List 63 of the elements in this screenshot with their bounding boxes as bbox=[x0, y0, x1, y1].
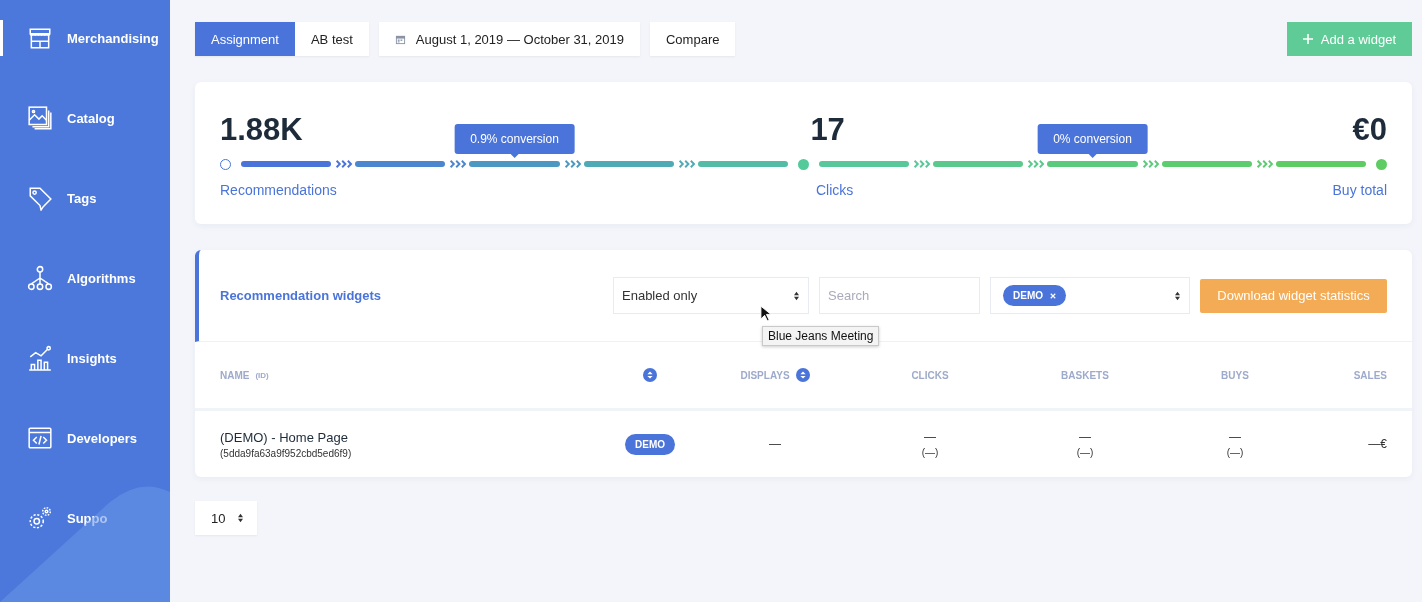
chevrons-icon bbox=[1025, 160, 1046, 168]
tooltip: Blue Jeans Meeting bbox=[762, 326, 880, 346]
metric-label: Recommendations bbox=[220, 182, 337, 198]
metric-value: €0 bbox=[1352, 112, 1387, 148]
tag-select[interactable]: DEMO bbox=[990, 277, 1190, 314]
chart-icon bbox=[27, 345, 53, 371]
gears-icon bbox=[27, 505, 53, 531]
sort-icon[interactable] bbox=[795, 368, 810, 382]
metric-label: Buy total bbox=[1332, 182, 1387, 198]
sidebar-item[interactable]: Tags bbox=[0, 180, 170, 216]
chevrons-icon bbox=[911, 160, 932, 168]
hierarchy-icon bbox=[27, 265, 53, 291]
table-cell: — bbox=[1079, 430, 1091, 444]
chevrons-icon bbox=[447, 160, 468, 168]
stage-dot bbox=[220, 158, 231, 170]
status-select[interactable]: Enabled only bbox=[613, 277, 809, 314]
chevrons-icon bbox=[333, 160, 354, 168]
table-cell: (—) bbox=[921, 447, 939, 458]
column-header: DISPLAYS bbox=[740, 369, 790, 381]
column-header-hint: (ID) bbox=[255, 370, 269, 380]
compare-button[interactable]: Compare bbox=[650, 22, 736, 56]
code-window-icon bbox=[27, 425, 53, 451]
sidebar-item[interactable]: Insights bbox=[0, 340, 170, 376]
sidebar-item[interactable]: Catalog bbox=[0, 100, 170, 136]
column-header: NAME bbox=[220, 369, 250, 381]
section-title: Recommendation widgets bbox=[220, 288, 382, 303]
close-icon bbox=[1050, 292, 1056, 299]
stage-dot bbox=[1376, 158, 1387, 170]
column-header: BASKETS bbox=[1061, 369, 1109, 381]
sidebar-item[interactable]: Algorithms bbox=[0, 260, 170, 296]
metric-value: 17 bbox=[810, 112, 845, 148]
cursor-icon bbox=[760, 305, 771, 322]
sort-icon[interactable] bbox=[643, 368, 657, 382]
plus-icon bbox=[1302, 34, 1313, 44]
mode-tab[interactable]: Assignment bbox=[195, 22, 295, 56]
tag-icon bbox=[27, 185, 53, 211]
images-icon bbox=[27, 105, 53, 131]
sort-arrows-icon bbox=[237, 513, 245, 523]
date-range-button[interactable]: August 1, 2019 — October 31, 2019 bbox=[378, 22, 640, 56]
sidebar-item[interactable]: Developers bbox=[0, 420, 170, 456]
table-cell: (—) bbox=[1226, 447, 1244, 458]
column-header: CLICKS bbox=[911, 369, 949, 381]
table-cell: — bbox=[924, 430, 936, 444]
mode-tab[interactable]: AB test bbox=[294, 22, 369, 56]
tag-chip[interactable]: DEMO bbox=[1003, 285, 1066, 306]
table-cell: —€ bbox=[1368, 437, 1387, 451]
metric-label: Clicks bbox=[815, 182, 854, 198]
page-size-select[interactable]: 10 bbox=[195, 501, 257, 535]
calendar-icon bbox=[394, 33, 406, 45]
stage-dot bbox=[798, 158, 809, 170]
tag-chip: DEMO bbox=[625, 433, 675, 455]
column-header: SALES bbox=[1353, 369, 1387, 381]
widget-name: (DEMO) - Home Page bbox=[220, 429, 349, 445]
metric-value: 1.88K bbox=[220, 112, 303, 148]
table-cell: — bbox=[769, 437, 781, 451]
sort-arrows-icon bbox=[1174, 290, 1181, 301]
column-header: BUYS bbox=[1221, 369, 1249, 381]
widget-id: (5dda9fa63a9f952cbd5ed6f9) bbox=[220, 447, 353, 459]
table-cell: — bbox=[1229, 430, 1241, 444]
table-cell: (—) bbox=[1076, 447, 1094, 458]
sidebar-item[interactable]: Merchandising bbox=[0, 20, 170, 56]
search-field[interactable]: Search bbox=[819, 277, 980, 314]
sort-arrows-icon bbox=[793, 290, 800, 301]
